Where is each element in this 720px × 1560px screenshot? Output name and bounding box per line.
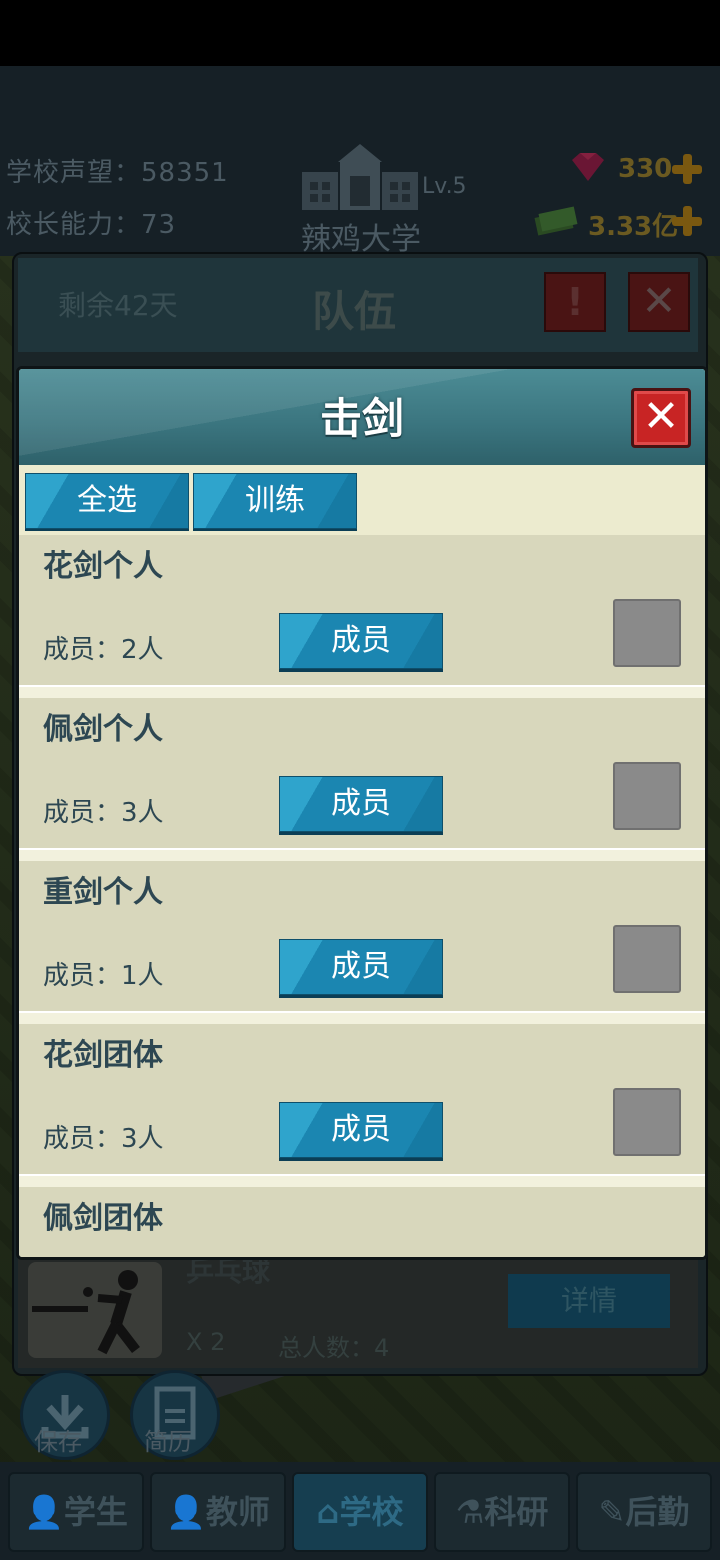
reputation-stat: 学校声望：58351 bbox=[6, 152, 229, 189]
event-members: 成员：1人 bbox=[43, 961, 164, 991]
event-members: 成员：3人 bbox=[43, 798, 164, 828]
tab-teachers[interactable]: 👤教师 bbox=[150, 1472, 286, 1552]
fencing-dialog: 击剑 ✕ 全选 训练 花剑个人 成员：2人 成员 佩剑个人 成员：3人 成员 重… bbox=[16, 366, 708, 1260]
resume-label: 简历 bbox=[144, 1428, 192, 1456]
warning-icon[interactable]: ! bbox=[544, 272, 606, 332]
table-tennis-icon bbox=[28, 1262, 162, 1358]
principal-value: 73 bbox=[141, 210, 177, 240]
tab-logistics[interactable]: ✎后勤 bbox=[576, 1472, 712, 1552]
tab-teachers-label: 教师 bbox=[205, 1493, 270, 1531]
event-list: 花剑个人 成员：2人 成员 佩剑个人 成员：3人 成员 重剑个人 成员：1人 成… bbox=[19, 535, 705, 1257]
list-divider bbox=[19, 1011, 705, 1025]
team-panel-title: 队伍 bbox=[312, 287, 397, 336]
event-name: 重剑个人 bbox=[43, 875, 163, 910]
list-divider bbox=[19, 685, 705, 699]
event-name: 花剑个人 bbox=[43, 549, 163, 584]
event-name: 佩剑个人 bbox=[43, 712, 163, 747]
status-bar bbox=[0, 0, 720, 66]
tab-students-label: 学生 bbox=[63, 1493, 128, 1531]
members-button[interactable]: 成员 bbox=[279, 613, 443, 669]
research-icon: ⚗ bbox=[455, 1493, 485, 1531]
tab-students[interactable]: 👤学生 bbox=[8, 1472, 144, 1552]
teacher-icon: 👤 bbox=[166, 1493, 206, 1531]
money-amount: 3.33亿 bbox=[588, 212, 679, 242]
school-icon: ⌂ bbox=[316, 1493, 340, 1531]
school-level: Lv.5 bbox=[422, 174, 467, 199]
tab-research-label: 科研 bbox=[484, 1493, 549, 1531]
tab-school[interactable]: ⌂学校 bbox=[292, 1472, 428, 1552]
select-all-button[interactable]: 全选 bbox=[25, 473, 189, 529]
add-money-icon[interactable] bbox=[672, 206, 702, 236]
team-panel-close-icon[interactable]: ✕ bbox=[628, 272, 690, 332]
reputation-label: 学校声望： bbox=[6, 158, 142, 188]
event-checkbox[interactable] bbox=[613, 1088, 681, 1156]
tab-school-label: 学校 bbox=[339, 1493, 404, 1531]
logistics-icon: ✎ bbox=[598, 1493, 626, 1531]
list-divider bbox=[19, 848, 705, 862]
detail-button[interactable]: 详情 bbox=[508, 1274, 670, 1328]
team-total: 总人数：4 bbox=[278, 1334, 390, 1362]
tab-logistics-label: 后勤 bbox=[625, 1493, 690, 1531]
school-building-icon[interactable] bbox=[300, 140, 420, 212]
days-remaining: 剩余42天 bbox=[58, 289, 178, 322]
gem-count: 330 bbox=[618, 154, 673, 184]
add-gems-icon[interactable] bbox=[672, 154, 702, 184]
gem-icon bbox=[572, 153, 604, 181]
event-members: 成员：2人 bbox=[43, 635, 164, 665]
members-button[interactable]: 成员 bbox=[279, 1102, 443, 1158]
event-members: 成员：3人 bbox=[43, 1124, 164, 1154]
money-icon bbox=[534, 206, 578, 236]
principal-label: 校长能力： bbox=[6, 210, 142, 240]
train-button[interactable]: 训练 bbox=[193, 473, 357, 529]
event-checkbox[interactable] bbox=[613, 762, 681, 830]
save-label: 保存 bbox=[34, 1428, 82, 1456]
event-checkbox[interactable] bbox=[613, 925, 681, 993]
team-count: X 2 bbox=[186, 1328, 226, 1356]
principal-stat: 校长能力：73 bbox=[6, 204, 176, 241]
tab-research[interactable]: ⚗科研 bbox=[434, 1472, 570, 1552]
dialog-title: 击剑 bbox=[319, 394, 404, 443]
members-button[interactable]: 成员 bbox=[279, 776, 443, 832]
reputation-value: 58351 bbox=[141, 158, 229, 188]
student-icon: 👤 bbox=[24, 1493, 64, 1531]
members-button[interactable]: 成员 bbox=[279, 939, 443, 995]
event-name: 花剑团体 bbox=[43, 1038, 163, 1073]
list-divider bbox=[19, 1174, 705, 1188]
event-name: 佩剑团体 bbox=[43, 1201, 163, 1236]
dialog-close-icon[interactable]: ✕ bbox=[631, 388, 691, 448]
event-checkbox[interactable] bbox=[613, 599, 681, 667]
